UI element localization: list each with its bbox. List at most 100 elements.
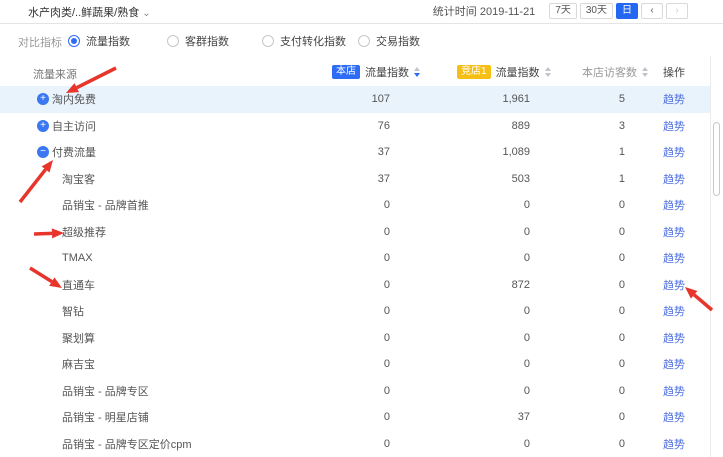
metric-radio-2[interactable]: 支付转化指数 (262, 33, 346, 49)
competitor-index-value: 37 (430, 404, 530, 431)
shop-index-value: 0 (300, 378, 390, 405)
column-shop-visitors[interactable]: 本店访客数 (582, 64, 648, 80)
shop-visitors-value: 0 (545, 192, 625, 219)
metric-radio-label: 交易指数 (376, 33, 420, 49)
expand-icon[interactable]: + (37, 93, 49, 105)
trend-link[interactable]: 趋势 (663, 113, 685, 140)
scrollbar-track[interactable] (710, 56, 723, 457)
traffic-source-label: 品销宝 - 品牌专区定价cpm (62, 431, 192, 457)
shop-visitors-value: 1 (545, 139, 625, 166)
category-breadcrumb[interactable]: 水产肉类/..鲜蔬果/熟食⌄ (28, 4, 151, 20)
shop-visitors-value: 5 (545, 86, 625, 113)
trend-link[interactable]: 趋势 (663, 378, 685, 405)
traffic-source-label: 淘内免费 (52, 86, 96, 113)
shop-visitors-value: 0 (545, 219, 625, 246)
sort-icon[interactable] (414, 67, 420, 77)
sort-icon[interactable] (642, 67, 648, 77)
shop-visitors-value: 0 (545, 431, 625, 457)
next-day-button[interactable]: › (666, 3, 688, 19)
metric-radio-3[interactable]: 交易指数 (358, 33, 420, 49)
shop-visitors-value: 1 (545, 166, 625, 193)
trend-link[interactable]: 趋势 (663, 404, 685, 431)
range-7d-button[interactable]: 7天 (549, 3, 577, 19)
shop-index-value: 0 (300, 325, 390, 352)
traffic-source-label: 聚划算 (62, 325, 95, 352)
metric-radio-1[interactable]: 客群指数 (167, 33, 229, 49)
radio-icon[interactable] (358, 35, 370, 47)
traffic-source-label: 智钻 (62, 298, 84, 325)
competitor-index-value: 872 (430, 272, 530, 299)
top-bar: 水产肉类/..鲜蔬果/熟食⌄ 统计时间 2019-11-21 7天 30天 日 … (0, 0, 723, 24)
column-shop-index[interactable]: 本店 流量指数 (332, 64, 420, 80)
table-header: 流量来源 本店 流量指数 竞店1 流量指数 本店访客数 操作 (0, 58, 723, 86)
radio-selected-icon[interactable] (68, 35, 80, 47)
table-row: 直通车 0 872 0 趋势 (0, 272, 723, 299)
column-competitor-index[interactable]: 竞店1 流量指数 (457, 64, 551, 80)
trend-link[interactable]: 趋势 (663, 166, 685, 193)
column-traffic-source: 流量来源 (33, 66, 77, 82)
trend-link[interactable]: 趋势 (663, 245, 685, 272)
trend-link[interactable]: 趋势 (663, 219, 685, 246)
competitor-index-value: 0 (430, 219, 530, 246)
chevron-down-icon: ⌄ (142, 8, 150, 19)
trend-link[interactable]: 趋势 (663, 351, 685, 378)
scrollbar-thumb[interactable] (713, 122, 720, 196)
radio-icon[interactable] (262, 35, 274, 47)
range-30d-button[interactable]: 30天 (580, 3, 613, 19)
traffic-source-label: 麻吉宝 (62, 351, 95, 378)
shop-index-value: 0 (300, 245, 390, 272)
shop-index-value: 76 (300, 113, 390, 140)
competitor-index-value: 889 (430, 113, 530, 140)
table-row: 品销宝 - 品牌首推 0 0 0 趋势 (0, 192, 723, 219)
trend-link[interactable]: 趋势 (663, 325, 685, 352)
range-day-button[interactable]: 日 (616, 3, 638, 19)
sort-icon[interactable] (545, 67, 551, 77)
competitor-index-value: 0 (430, 431, 530, 457)
expand-icon[interactable]: + (37, 120, 49, 132)
shop-visitors-value: 3 (545, 113, 625, 140)
breadcrumb-text: 水产肉类/..鲜蔬果/熟食 (28, 7, 139, 19)
table-row: 麻吉宝 0 0 0 趋势 (0, 351, 723, 378)
traffic-source-label: 品销宝 - 明星店铺 (62, 404, 149, 431)
date-controls: 统计时间 2019-11-21 7天 30天 日 ‹ › (433, 3, 688, 19)
competitor-index-value: 0 (430, 298, 530, 325)
shop-index-value: 0 (300, 404, 390, 431)
trend-link[interactable]: 趋势 (663, 139, 685, 166)
date-range-group: 7天 30天 日 ‹ › (549, 3, 688, 19)
trend-link[interactable]: 趋势 (663, 431, 685, 457)
radio-icon[interactable] (167, 35, 179, 47)
analytics-page: 水产肉类/..鲜蔬果/熟食⌄ 统计时间 2019-11-21 7天 30天 日 … (0, 0, 723, 457)
shop-index-value: 37 (300, 139, 390, 166)
shop-index-value: 107 (300, 86, 390, 113)
shop-index-value: 37 (300, 166, 390, 193)
competitor-badge: 竞店1 (457, 65, 491, 79)
metric-radio-label: 支付转化指数 (280, 33, 346, 49)
metric-radio-0[interactable]: 流量指数 (68, 33, 130, 49)
shop-visitors-value: 0 (545, 325, 625, 352)
trend-link[interactable]: 趋势 (663, 86, 685, 113)
trend-link[interactable]: 趋势 (663, 192, 685, 219)
traffic-source-label: 自主访问 (52, 113, 96, 140)
competitor-index-value: 0 (430, 325, 530, 352)
traffic-source-label: 品销宝 - 品牌首推 (62, 192, 149, 219)
stat-time-label: 统计时间 2019-11-21 (433, 3, 536, 19)
table-rows: + 淘内免费 107 1,961 5 趋势 + 自主访问 76 889 3 趋势… (0, 86, 723, 457)
table-row: TMAX 0 0 0 趋势 (0, 245, 723, 272)
collapse-icon[interactable]: − (37, 146, 49, 158)
table-row: 聚划算 0 0 0 趋势 (0, 325, 723, 352)
shop-visitors-value: 0 (545, 298, 625, 325)
shop-visitors-value: 0 (545, 351, 625, 378)
trend-link[interactable]: 趋势 (663, 272, 685, 299)
table-row: + 淘内免费 107 1,961 5 趋势 (0, 86, 723, 113)
shop-visitors-value: 0 (545, 404, 625, 431)
competitor-index-value: 503 (430, 166, 530, 193)
table-row: 品销宝 - 品牌专区定价cpm 0 0 0 趋势 (0, 431, 723, 457)
shop-visitors-value: 0 (545, 245, 625, 272)
compare-metric-label: 对比指标 (18, 34, 62, 50)
competitor-index-value: 1,961 (430, 86, 530, 113)
prev-day-button[interactable]: ‹ (641, 3, 663, 19)
trend-link[interactable]: 趋势 (663, 298, 685, 325)
traffic-source-label: 超级推荐 (62, 219, 106, 246)
shop-index-value: 0 (300, 298, 390, 325)
table-row: 智钻 0 0 0 趋势 (0, 298, 723, 325)
